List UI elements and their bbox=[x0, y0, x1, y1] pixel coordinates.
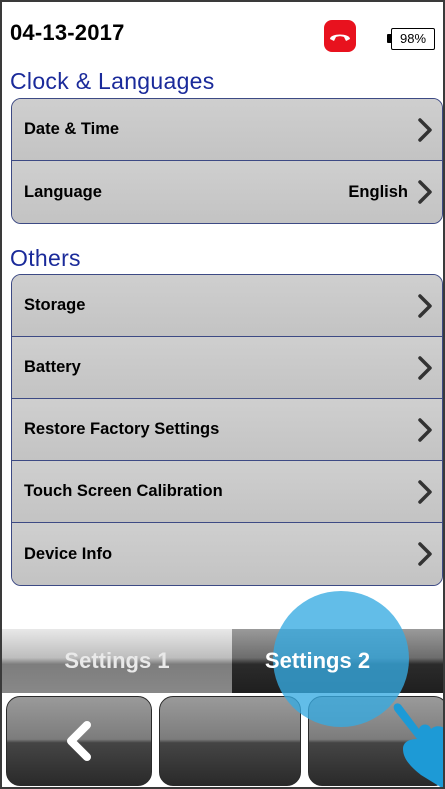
tab-label: Settings 2 bbox=[264, 648, 371, 673]
chevron-right-icon bbox=[418, 180, 432, 204]
row-label: Touch Screen Calibration bbox=[24, 482, 223, 500]
others-group: Storage Battery Restore Factory Settings… bbox=[11, 274, 443, 586]
section-title-others: Others bbox=[10, 245, 81, 271]
status-date: 04-13-2017 bbox=[10, 20, 125, 45]
device-info-row[interactable]: Device Info bbox=[12, 523, 442, 585]
chevron-right-icon bbox=[418, 356, 432, 380]
storage-row[interactable]: Storage bbox=[12, 275, 442, 337]
tab-settings-1[interactable]: Settings 1 bbox=[2, 629, 232, 693]
section-title-clock-languages: Clock & Languages bbox=[10, 68, 215, 94]
language-value: English bbox=[348, 182, 408, 201]
chevron-right-icon bbox=[418, 118, 432, 142]
tab-label: Settings 1 bbox=[64, 648, 170, 673]
row-label: Storage bbox=[24, 296, 86, 314]
clock-languages-group: Date & Time Language English bbox=[11, 98, 443, 224]
restore-factory-settings-row[interactable]: Restore Factory Settings bbox=[12, 399, 442, 461]
status-bar: 04-13-2017 98% bbox=[2, 2, 443, 64]
middle-button[interactable] bbox=[159, 696, 301, 786]
chevron-right-icon bbox=[418, 418, 432, 442]
chevron-right-icon bbox=[418, 294, 432, 318]
battery-indicator: 98% bbox=[387, 28, 435, 50]
device-screen: 04-13-2017 98% Clock & Languages Date & … bbox=[0, 0, 445, 789]
back-button[interactable] bbox=[6, 696, 152, 786]
chevron-left-icon bbox=[67, 721, 91, 761]
date-time-row[interactable]: Date & Time bbox=[12, 99, 442, 161]
chevron-right-icon bbox=[418, 480, 432, 504]
row-label: Language bbox=[24, 182, 102, 201]
language-row[interactable]: Language English bbox=[12, 161, 442, 223]
battery-row[interactable]: Battery bbox=[12, 337, 442, 399]
row-label: Date & Time bbox=[24, 120, 120, 138]
hang-up-phone-icon[interactable] bbox=[324, 20, 356, 52]
row-label: Device Info bbox=[24, 544, 113, 563]
touch-screen-calibration-row[interactable]: Touch Screen Calibration bbox=[12, 461, 442, 523]
pointing-hand-icon bbox=[393, 703, 443, 787]
row-label: Battery bbox=[24, 358, 81, 376]
chevron-right-icon bbox=[418, 542, 432, 566]
row-label: Restore Factory Settings bbox=[24, 420, 220, 438]
